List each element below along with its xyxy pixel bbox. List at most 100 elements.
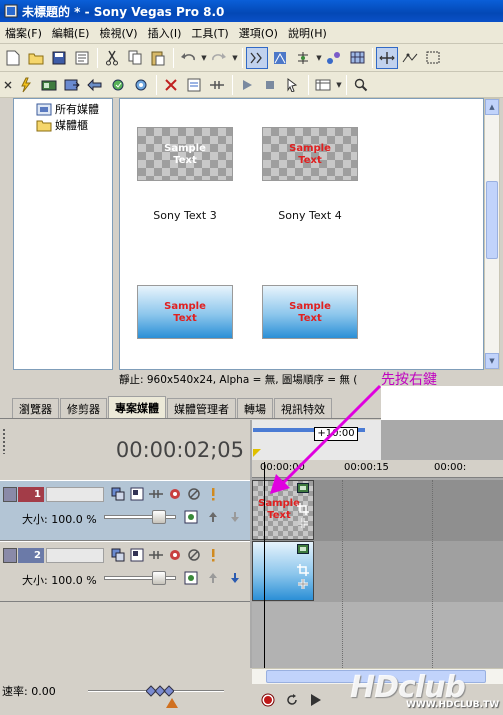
open-folder-icon[interactable]: [25, 47, 47, 69]
tree-item-media-bins[interactable]: 媒體櫃: [14, 117, 112, 133]
lock-envelopes-icon[interactable]: [269, 47, 291, 69]
track-motion-icon[interactable]: [180, 508, 202, 526]
media-thumb-sony-text-3[interactable]: Sample Text: [137, 127, 233, 181]
search-icon[interactable]: [350, 74, 372, 96]
media-plugin-icon[interactable]: [206, 74, 228, 96]
in-point-icon[interactable]: [253, 449, 261, 457]
slider-knob[interactable]: [152, 571, 166, 585]
compositing-mode-icon[interactable]: [108, 485, 127, 503]
loop-playback-icon[interactable]: [280, 689, 304, 711]
compositing-mode-icon[interactable]: [108, 546, 127, 564]
search-media-icon[interactable]: [130, 74, 152, 96]
panel-grip[interactable]: [2, 428, 6, 454]
track-name-field[interactable]: [46, 548, 104, 563]
media-thumb-sample-blue-1[interactable]: Sample Text: [137, 285, 233, 339]
rate-slider-knob-icon[interactable]: [146, 684, 174, 698]
paste-icon[interactable]: [147, 47, 169, 69]
event-fx-icon[interactable]: [323, 47, 345, 69]
normal-edit-tool-icon[interactable]: [376, 46, 398, 69]
menu-bar: 檔案(F) 編輯(E) 檢視(V) 插入(I) 工具(T) 選項(O) 說明(H…: [0, 22, 503, 44]
event-fx-plus-icon[interactable]: [297, 517, 309, 529]
track-expand-icon[interactable]: [3, 487, 17, 502]
media-fx-icon[interactable]: [84, 74, 106, 96]
new-file-icon[interactable]: [2, 47, 24, 69]
mute-icon[interactable]: [184, 485, 203, 503]
track-header-1[interactable]: 1 大小: 100.0 %: [0, 480, 250, 541]
scroll-thumb[interactable]: [486, 181, 498, 259]
media-caption: Sony Text 4: [278, 209, 342, 222]
remove-media-icon[interactable]: [160, 74, 182, 96]
grid-line: [342, 480, 343, 668]
menu-file[interactable]: 檔案(F): [0, 25, 47, 41]
track-fx-icon[interactable]: [165, 546, 184, 564]
record-icon[interactable]: [256, 689, 280, 711]
event-clip-blue[interactable]: [252, 541, 314, 601]
tab-trimmer[interactable]: 修剪器: [60, 398, 107, 418]
scroll-down-icon[interactable]: ▼: [485, 353, 499, 369]
tree-item-all-media[interactable]: 所有媒體: [14, 101, 112, 117]
scroll-up-icon[interactable]: ▲: [485, 99, 499, 115]
event-crop-icon[interactable]: [297, 564, 309, 576]
solo-icon[interactable]: [203, 546, 222, 564]
auto-preview-icon[interactable]: [282, 74, 304, 96]
media-thumb-sony-text-4[interactable]: Sample Text: [262, 127, 358, 181]
menu-edit[interactable]: 編輯(E): [47, 25, 95, 41]
auto-ripple-icon[interactable]: [246, 46, 268, 69]
event-crop-icon[interactable]: [297, 503, 309, 515]
menu-insert[interactable]: 插入(I): [143, 25, 187, 41]
toolbar-close-icon[interactable]: [2, 74, 14, 96]
tab-explorer[interactable]: 瀏覽器: [12, 398, 59, 418]
media-thumb-sample-blue-2[interactable]: Sample Text: [262, 285, 358, 339]
event-pan-crop-icon[interactable]: [297, 544, 309, 554]
event-fx-plus-icon[interactable]: [297, 578, 309, 590]
window-titlebar: 未標題的 * - Sony Vegas Pro 8.0: [0, 0, 503, 22]
menu-tools[interactable]: 工具(T): [186, 25, 233, 41]
slider-knob[interactable]: [152, 510, 166, 524]
make-compositing-child-icon[interactable]: [146, 546, 165, 564]
tab-project-media[interactable]: 專案媒體: [108, 396, 166, 418]
move-down-icon[interactable]: [224, 569, 246, 587]
track-header-2[interactable]: 2 大小: 100.0 %: [0, 541, 250, 602]
track-expand-icon[interactable]: [3, 548, 17, 563]
menu-help[interactable]: 說明(H): [283, 25, 332, 41]
scroll-thumb[interactable]: [266, 670, 486, 683]
refresh-media-icon[interactable]: [107, 74, 129, 96]
stop-preview-icon[interactable]: [259, 74, 281, 96]
track-motion-icon[interactable]: [180, 569, 202, 587]
play-preview-icon[interactable]: [236, 74, 258, 96]
make-compositing-child-icon[interactable]: [146, 485, 165, 503]
selection-tool-icon[interactable]: [422, 47, 444, 69]
views-icon[interactable]: [312, 74, 334, 96]
media-properties-icon[interactable]: [183, 74, 205, 96]
play-from-start-icon[interactable]: [304, 689, 328, 711]
undo-icon[interactable]: [177, 47, 199, 69]
grid-icon[interactable]: [346, 47, 368, 69]
redo-icon[interactable]: [208, 47, 230, 69]
mute-icon[interactable]: [184, 546, 203, 564]
import-media-icon[interactable]: [15, 74, 37, 96]
motion-icon[interactable]: [127, 485, 146, 503]
move-up-icon[interactable]: [202, 508, 224, 526]
media-caption: Sony Text 3: [153, 209, 217, 222]
save-icon[interactable]: [48, 47, 70, 69]
motion-icon[interactable]: [127, 546, 146, 564]
track-name-field[interactable]: [46, 487, 104, 502]
timeline-horizontal-scrollbar[interactable]: [252, 668, 503, 684]
copy-icon[interactable]: [124, 47, 146, 69]
solo-icon[interactable]: [203, 485, 222, 503]
get-media-icon[interactable]: [61, 74, 83, 96]
menu-view[interactable]: 檢視(V): [94, 25, 142, 41]
envelope-tool-icon[interactable]: [399, 47, 421, 69]
empty-lane[interactable]: [252, 602, 503, 668]
track-fx-icon[interactable]: [165, 485, 184, 503]
tab-media-manager[interactable]: 媒體管理者: [167, 398, 236, 418]
cut-icon[interactable]: [101, 47, 123, 69]
capture-video-icon[interactable]: [38, 74, 60, 96]
move-up-icon[interactable]: [202, 569, 224, 587]
media-vertical-scrollbar[interactable]: ▲ ▼: [484, 98, 500, 370]
rate-label: 速率: 0.00: [2, 685, 56, 698]
move-down-icon[interactable]: [224, 508, 246, 526]
snap-icon[interactable]: [292, 47, 314, 69]
menu-options[interactable]: 選項(O): [234, 25, 283, 41]
properties-icon[interactable]: [71, 47, 93, 69]
